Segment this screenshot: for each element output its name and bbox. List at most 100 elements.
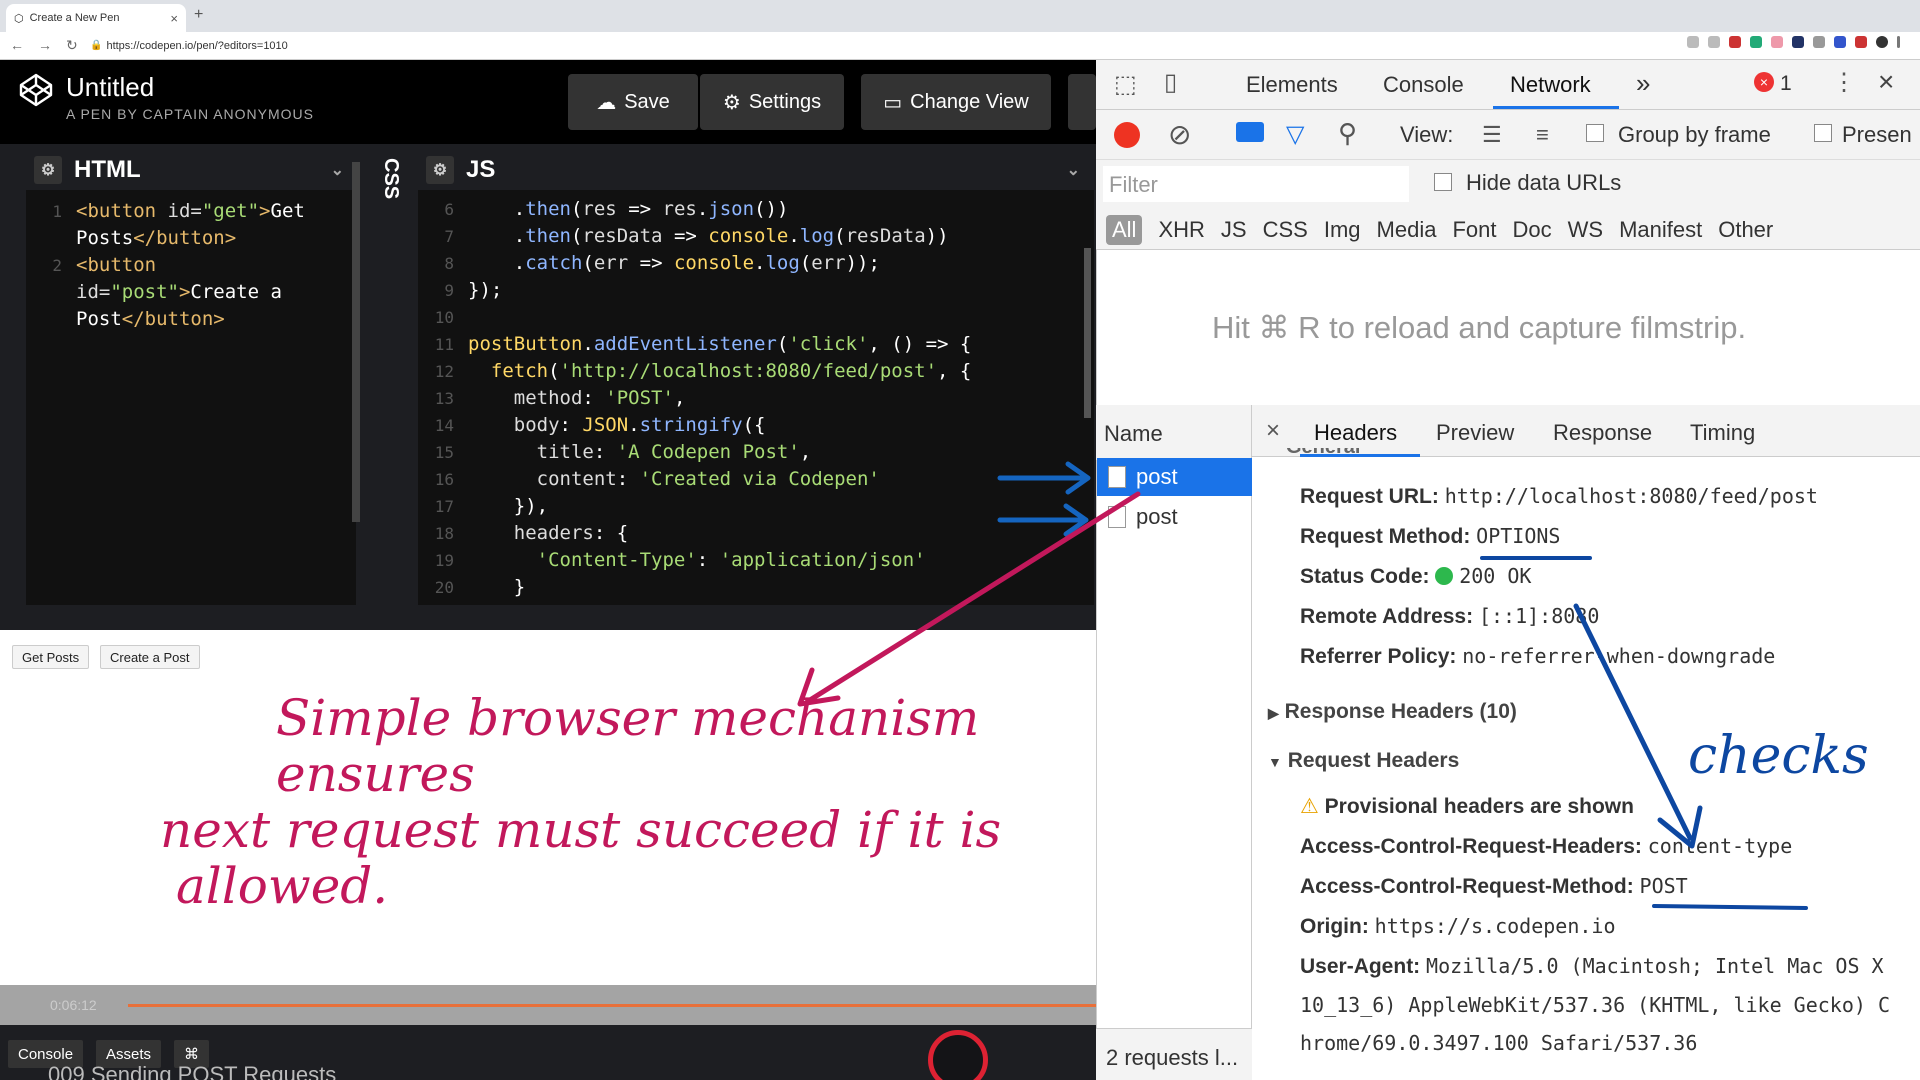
type-filter-ws[interactable]: WS [1568,217,1603,243]
type-filter-other[interactable]: Other [1718,217,1773,243]
close-devtools-icon[interactable]: × [1878,66,1894,98]
codepen-logo-icon[interactable] [18,72,54,108]
code-line[interactable]: 10 [418,304,1094,331]
profile-avatar[interactable] [1876,36,1888,48]
code-line[interactable]: 18 headers: { [418,520,1094,547]
save-button[interactable]: ☁ Save [568,74,698,130]
request-row[interactable]: post [1108,464,1178,490]
tab-elements[interactable]: Elements [1246,72,1338,98]
request-headers-section[interactable]: ▼ Request Headers [1268,749,1459,773]
html-editor[interactable]: ⚙ HTML ⌄ 1 <button id="get">Get Posts</but… [26,150,356,605]
code-line[interactable]: 11 postButton.addEventListener('click', (… [418,331,1094,358]
html-code[interactable]: 1 <button id="get">Get Posts</button> 2 <but… [26,190,356,333]
close-tab-icon[interactable]: × [170,11,178,26]
tab-headers[interactable]: Headers [1314,420,1397,446]
extension-icon[interactable] [1834,36,1846,48]
type-filter-css[interactable]: CSS [1263,217,1308,243]
type-filter-xhr[interactable]: XHR [1158,217,1204,243]
scrollbar[interactable] [352,162,360,522]
settings-button[interactable]: ⚙ Settings [700,74,844,130]
code-line[interactable]: 19 'Content-Type': 'application/json' [418,547,1094,574]
error-count[interactable]: 1 [1780,72,1792,96]
extension-icon[interactable] [1813,36,1825,48]
search-icon[interactable] [1687,36,1699,48]
type-filter-manifest[interactable]: Manifest [1619,217,1702,243]
tab-response[interactable]: Response [1553,420,1652,446]
tab-network[interactable]: Network [1510,72,1591,98]
code-line[interactable]: 20 } [418,574,1094,601]
kebab-menu-icon[interactable]: ⋮ [1832,68,1856,97]
close-detail-icon[interactable]: × [1266,417,1280,445]
filter-input[interactable]: Filter [1103,166,1409,202]
js-editor[interactable]: ⚙ JS ⌄ 6 .then(res => res.json()) 7 .then… [418,150,1094,605]
name-column-header[interactable]: Name [1096,405,1252,461]
js-code[interactable]: 6 .then(res => res.json()) 7 .then(resDat… [418,190,1094,601]
code-line[interactable]: 6 .then(res => res.json()) [418,196,1094,223]
code-line[interactable]: 14 body: JSON.stringify({ [418,412,1094,439]
tab-console[interactable]: Console [1383,72,1464,98]
extension-icon[interactable] [1729,36,1741,48]
extension-icon[interactable] [1771,36,1783,48]
type-filter-js[interactable]: JS [1221,217,1247,243]
browser-tab[interactable]: ⬡ Create a New Pen × [6,4,186,32]
error-icon[interactable]: × [1754,72,1774,92]
capture-screenshots-icon[interactable] [1236,122,1264,142]
pen-title[interactable]: Untitled [66,72,154,103]
code-line[interactable]: Posts</button> [26,225,356,252]
record-icon[interactable] [1114,122,1140,148]
create-post-button[interactable]: Create a Post [100,645,200,669]
reload-icon[interactable]: ↻ [66,37,78,54]
inspect-element-icon[interactable]: ⬚ [1114,70,1137,99]
code-line[interactable]: 13 method: 'POST', [418,385,1094,412]
search-icon[interactable]: ⚲ [1338,118,1357,149]
type-filter-media[interactable]: Media [1377,217,1437,243]
code-line[interactable]: 17 }), [418,493,1094,520]
menu-icon[interactable] [1897,36,1900,48]
type-filter-doc[interactable]: Doc [1512,217,1551,243]
url-input[interactable]: https://codepen.io/pen/?editors=1010 [106,40,287,52]
scrollbar[interactable] [1084,248,1091,418]
code-line[interactable]: 2 <button [26,252,356,279]
code-line[interactable]: 8 .catch(err => console.log(err)); [418,250,1094,277]
overflow-button[interactable] [1068,74,1096,130]
code-line[interactable]: 16 content: 'Created via Codepen' [418,466,1094,493]
code-line[interactable]: 7 .then(resData => console.log(resData)) [418,223,1094,250]
back-icon[interactable]: ← [10,37,24,54]
get-posts-button[interactable]: Get Posts [12,645,90,669]
clear-icon[interactable]: ⊘ [1168,118,1191,151]
type-filter-font[interactable]: Font [1452,217,1496,243]
chevron-down-icon[interactable]: ⌄ [331,160,344,180]
request-row[interactable]: post [1108,504,1178,530]
tab-timing[interactable]: Timing [1690,420,1755,446]
preserve-log-checkbox[interactable] [1814,124,1832,142]
code-line[interactable]: 1 <button id="get">Get [26,198,356,225]
waterfall-view-icon[interactable]: ≡ [1536,122,1549,148]
type-filter-all[interactable]: All [1106,214,1143,245]
device-toolbar-icon[interactable]: ▯ [1164,68,1177,97]
extension-icon[interactable] [1750,36,1762,48]
list-view-icon[interactable]: ☰ [1482,122,1502,148]
forward-icon[interactable]: → [38,37,52,54]
gear-icon[interactable]: ⚙ [426,156,454,184]
extension-icon[interactable] [1792,36,1804,48]
tab-preview[interactable]: Preview [1436,420,1514,446]
filter-icon[interactable]: ▽ [1286,120,1304,149]
change-view-button[interactable]: ▭ Change View [861,74,1051,130]
chevron-down-icon[interactable]: ⌄ [1067,160,1080,180]
extension-icon[interactable] [1855,36,1867,48]
new-tab-icon[interactable]: + [194,6,203,24]
group-by-frame-checkbox[interactable] [1586,124,1604,142]
code-token: , [799,441,812,463]
code-line[interactable]: Post</button> [26,306,356,333]
gear-icon[interactable]: ⚙ [34,156,62,184]
code-line[interactable]: id="post">Create a [26,279,356,306]
response-headers-section[interactable]: ▶ Response Headers (10) [1268,700,1517,724]
code-line[interactable]: 15 title: 'A Codepen Post', [418,439,1094,466]
type-filter-img[interactable]: Img [1324,217,1361,243]
more-tabs-icon[interactable]: » [1636,68,1650,99]
css-panel-collapsed[interactable]: CSS [362,150,418,605]
hide-data-urls-checkbox[interactable] [1434,173,1452,191]
code-line[interactable]: 9}); [418,277,1094,304]
star-icon[interactable] [1708,36,1720,48]
code-line[interactable]: 12 fetch('http://localhost:8080/feed/pos… [418,358,1094,385]
